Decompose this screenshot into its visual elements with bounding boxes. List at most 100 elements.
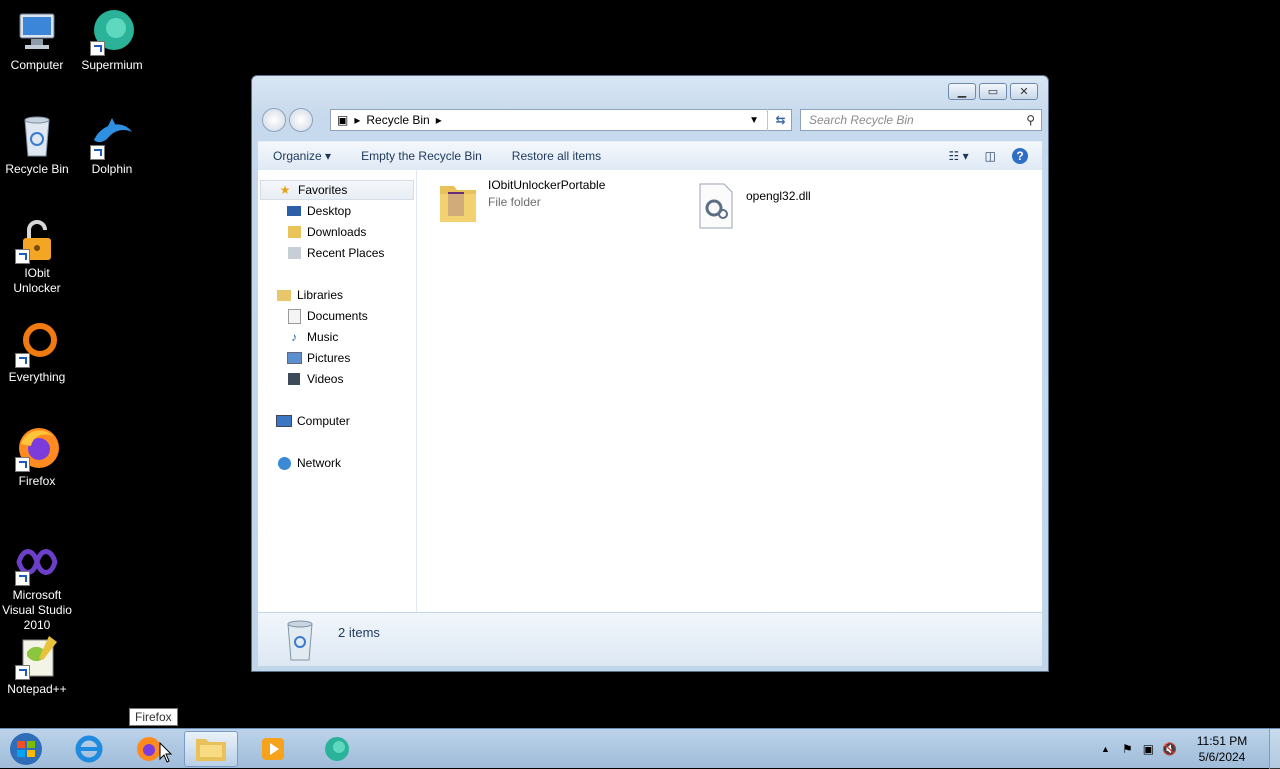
everything-icon <box>13 320 61 368</box>
navigation-bar: ▣ ▸ Recycle Bin ▸ ▼ ⇆ Search Recycle Bin… <box>260 107 1042 135</box>
show-hidden-icons-icon[interactable]: ▲ <box>1101 744 1110 754</box>
volume-muted-icon[interactable]: 🔇 <box>1162 742 1177 756</box>
caption-buttons: ▁ ▭ ✕ <box>948 83 1038 100</box>
mouse-cursor-icon <box>159 742 173 763</box>
clock-date: 5/6/2024 <box>1198 750 1246 764</box>
file-item-iobit-folder[interactable]: IObitUnlockerPortable File folder <box>438 178 605 226</box>
desktop-icon-label: Dolphin <box>91 162 133 176</box>
empty-recycle-bin-button[interactable]: Empty the Recycle Bin <box>346 149 497 163</box>
desktop-icon-dolphin[interactable]: Dolphin <box>75 112 149 177</box>
content-area: ★ Favorites Desktop Downloads Recent Pla… <box>258 170 1042 612</box>
computer-icon <box>13 8 61 56</box>
nav-downloads[interactable]: Downloads <box>286 222 366 242</box>
back-button[interactable] <box>262 108 286 132</box>
nav-libraries[interactable]: Libraries <box>276 285 343 305</box>
action-center-flag-icon[interactable]: ⚑ <box>1122 742 1133 756</box>
documents-icon <box>286 308 302 324</box>
clock-time: 11:51 PM <box>1196 734 1248 748</box>
videos-icon <box>286 371 302 387</box>
breadcrumb-chevron-icon[interactable]: ▸ <box>436 113 442 127</box>
supermium-icon <box>325 737 349 761</box>
notepad-plus-plus-icon <box>13 632 61 680</box>
desktop-icon-supermium[interactable]: Supermium <box>75 8 149 73</box>
organize-button[interactable]: Organize ▾ <box>258 149 346 163</box>
refresh-button[interactable]: ⇆ <box>767 109 793 131</box>
breadcrumb-recycle-bin[interactable]: Recycle Bin <box>366 113 429 127</box>
file-type: File folder <box>488 195 541 209</box>
recycle-bin-small-icon: ▣ <box>337 113 349 127</box>
taskbar-internet-explorer[interactable] <box>62 731 116 767</box>
search-icon[interactable]: ⚲ <box>1026 113 1035 127</box>
desktop-icon-recycle-bin[interactable]: Recycle Bin <box>0 112 74 177</box>
nav-favorites[interactable]: ★ Favorites <box>260 180 414 200</box>
folder-icon <box>196 739 226 761</box>
item-count: 2 items <box>338 625 380 640</box>
address-dropdown-icon[interactable]: ▼ <box>749 115 759 126</box>
change-view-icon[interactable]: ☷ ▾ <box>943 149 975 163</box>
breadcrumb-separator-icon: ▸ <box>354 113 361 127</box>
taskbar-supermium[interactable] <box>310 731 364 767</box>
desktop-icon-label: IObit Unlocker <box>13 266 61 295</box>
nav-recent-places[interactable]: Recent Places <box>286 243 384 263</box>
desktop-icon-label: Supermium <box>81 58 143 72</box>
maximize-button[interactable]: ▭ <box>979 83 1007 100</box>
navigation-pane: ★ Favorites Desktop Downloads Recent Pla… <box>258 170 417 612</box>
search-placeholder: Search Recycle Bin <box>809 113 914 127</box>
file-item-opengl32-dll[interactable]: opengl32.dll <box>696 182 811 230</box>
desktop-icon-label: Computer <box>10 58 64 72</box>
system-tray: ▲ ⚑ ▣ 🔇 11:51 PM 5/6/2024 <box>1101 729 1280 769</box>
media-player-icon <box>262 738 284 760</box>
clock[interactable]: 11:51 PM 5/6/2024 <box>1189 733 1255 765</box>
nav-music[interactable]: ♪ Music <box>286 327 338 347</box>
folder-icon <box>440 186 476 222</box>
desktop-icon-computer[interactable]: Computer <box>0 8 74 73</box>
libraries-icon <box>276 287 292 303</box>
taskbar-media-player[interactable] <box>246 731 300 767</box>
nav-desktop[interactable]: Desktop <box>286 201 351 221</box>
search-input[interactable]: Search Recycle Bin ⚲ <box>800 109 1042 131</box>
address-bar[interactable]: ▣ ▸ Recycle Bin ▸ ▼ <box>330 109 792 131</box>
internet-explorer-icon <box>75 735 103 763</box>
minimize-button[interactable]: ▁ <box>948 83 976 100</box>
network-icon <box>276 455 292 471</box>
preview-pane-icon[interactable]: ◫ <box>975 149 1006 163</box>
forward-button[interactable] <box>289 108 313 132</box>
windows-logo-icon <box>10 733 42 765</box>
desktop-icon-notepad-plus-plus[interactable]: Notepad++ <box>0 632 74 697</box>
desktop-icon-everything[interactable]: Everything <box>0 320 74 385</box>
desktop-icon-label: Firefox <box>18 474 56 488</box>
desktop-icon <box>286 203 302 219</box>
file-name: opengl32.dll <box>746 189 811 203</box>
close-button[interactable]: ✕ <box>1010 83 1038 100</box>
recycle-bin-icon <box>13 112 61 160</box>
recycle-bin-window: ▁ ▭ ✕ ▣ ▸ Recycle Bin ▸ ▼ ⇆ Search Recyc… <box>251 75 1049 672</box>
nav-documents[interactable]: Documents <box>286 306 368 326</box>
dolphin-icon <box>88 112 136 160</box>
details-pane: 2 items <box>258 613 1042 666</box>
recent-places-icon <box>286 245 302 261</box>
start-button[interactable] <box>6 732 46 766</box>
restore-all-items-button[interactable]: Restore all items <box>497 149 616 163</box>
visual-studio-icon <box>13 538 61 586</box>
unlock-icon <box>13 216 61 264</box>
network-tray-icon[interactable]: ▣ <box>1143 742 1154 756</box>
nav-pictures[interactable]: Pictures <box>286 348 350 368</box>
file-name: IObitUnlockerPortable <box>488 178 606 192</box>
pictures-icon <box>286 350 302 366</box>
recycle-bin-icon <box>287 620 313 660</box>
nav-network[interactable]: Network <box>276 453 341 473</box>
nav-videos[interactable]: Videos <box>286 369 343 389</box>
downloads-icon <box>286 224 302 240</box>
desktop-icon-iobit-unlocker[interactable]: IObit Unlocker <box>0 216 74 296</box>
desktop-icon-visual-studio[interactable]: Microsoft Visual Studio 2010 <box>0 538 74 633</box>
supermium-icon <box>88 8 136 56</box>
help-icon[interactable]: ? <box>1006 148 1042 164</box>
desktop-icon-firefox[interactable]: Firefox <box>0 424 74 489</box>
desktop-icon-label: Everything <box>8 370 66 384</box>
desktop-icon-label: Recycle Bin <box>5 162 69 176</box>
show-desktop-button[interactable] <box>1269 729 1280 769</box>
taskbar-windows-explorer[interactable] <box>184 731 238 767</box>
taskbar: ▲ ⚑ ▣ 🔇 11:51 PM 5/6/2024 <box>0 728 1280 769</box>
nav-computer[interactable]: Computer <box>276 411 350 431</box>
desktop-icon-label: Microsoft Visual Studio 2010 <box>2 588 72 632</box>
